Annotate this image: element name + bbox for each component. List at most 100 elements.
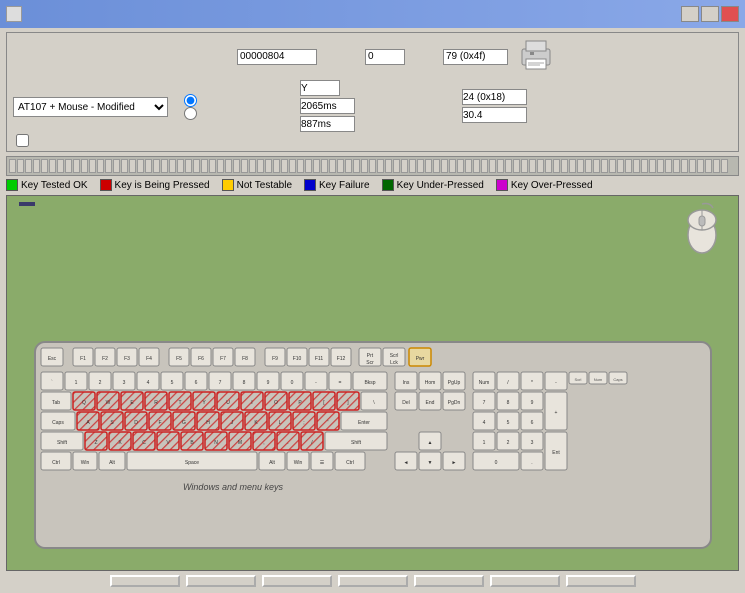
key-f7[interactable]: F7: [213, 348, 233, 366]
key-6[interactable]: 6: [185, 372, 207, 390]
keyboard-type-select[interactable]: AT107 + Mouse - Modified AT101 AT84: [13, 97, 168, 117]
key-rshift[interactable]: Shift: [325, 432, 387, 450]
exit-button[interactable]: [566, 575, 636, 587]
last-key-down-input[interactable]: [365, 49, 405, 65]
key-equals[interactable]: =: [329, 372, 351, 390]
key-f[interactable]: F: [149, 412, 171, 430]
key-scrolllock[interactable]: ScrlLck: [383, 348, 405, 366]
key-num-enter[interactable]: Ent: [545, 432, 567, 470]
maximize-button[interactable]: [701, 6, 719, 22]
key-b[interactable]: B: [181, 432, 203, 450]
key-delete[interactable]: Del: [395, 392, 417, 410]
key-f10[interactable]: F10: [287, 348, 307, 366]
key-tab[interactable]: Tab: [41, 392, 71, 410]
key-lbracket[interactable]: [: [313, 392, 335, 410]
key-lalt[interactable]: Alt: [99, 452, 125, 470]
key-right[interactable]: ►: [443, 452, 465, 470]
key-c[interactable]: C: [133, 432, 155, 450]
key-num-dot[interactable]: .: [521, 452, 543, 470]
key-t[interactable]: T: [169, 392, 191, 410]
key-enter[interactable]: Enter: [341, 412, 387, 430]
key-lshift[interactable]: Shift: [41, 432, 83, 450]
key-esc[interactable]: Esc: [41, 348, 63, 366]
key-num-slash[interactable]: /: [497, 372, 519, 390]
key-n[interactable]: N: [205, 432, 227, 450]
key-4[interactable]: 4: [137, 372, 159, 390]
key-0[interactable]: 0: [281, 372, 303, 390]
key-1[interactable]: 1: [65, 372, 87, 390]
key-rwin[interactable]: Win: [287, 452, 309, 470]
mouse-drift-button[interactable]: [110, 575, 180, 587]
key-up[interactable]: ▲: [419, 432, 441, 450]
key-num3[interactable]: 3: [521, 432, 543, 450]
key-f12[interactable]: F12: [331, 348, 351, 366]
key-9[interactable]: 9: [257, 372, 279, 390]
key-rctrl[interactable]: Ctrl: [335, 452, 365, 470]
key-pgdn[interactable]: PgDn: [443, 392, 465, 410]
key-period[interactable]: .: [277, 432, 299, 450]
key-z[interactable]: Z: [85, 432, 107, 450]
key-p[interactable]: P: [289, 392, 311, 410]
key-lctrl[interactable]: Ctrl: [41, 452, 71, 470]
test-leds-button[interactable]: [262, 575, 332, 587]
key-2[interactable]: 2: [89, 372, 111, 390]
key-h[interactable]: H: [197, 412, 219, 430]
key-minus[interactable]: -: [305, 372, 327, 390]
key-num-plus[interactable]: +: [545, 392, 567, 430]
key-y[interactable]: Y: [193, 392, 215, 410]
key-numlock[interactable]: Num: [473, 372, 495, 390]
key-menu[interactable]: ☰: [311, 452, 333, 470]
key-q[interactable]: Q: [73, 392, 95, 410]
windows-radio[interactable]: [184, 94, 197, 107]
key-u[interactable]: U: [217, 392, 239, 410]
key-end[interactable]: End: [419, 392, 441, 410]
key-lwin[interactable]: Win: [73, 452, 97, 470]
mouse-move-button[interactable]: [186, 575, 256, 587]
key-v[interactable]: V: [157, 432, 179, 450]
about-button[interactable]: [414, 575, 484, 587]
key-g[interactable]: G: [173, 412, 195, 430]
key-f11[interactable]: F11: [309, 348, 329, 366]
key-capslock[interactable]: Caps: [41, 412, 75, 430]
key-down[interactable]: ▼: [419, 452, 441, 470]
key-num8[interactable]: 8: [497, 392, 519, 410]
key-num4[interactable]: 4: [473, 412, 495, 430]
key-f5[interactable]: F5: [169, 348, 189, 366]
key-d[interactable]: D: [125, 412, 147, 430]
key-num6[interactable]: 6: [521, 412, 543, 430]
key-f3[interactable]: F3: [117, 348, 137, 366]
key-num1[interactable]: 1: [473, 432, 495, 450]
key-e[interactable]: E: [121, 392, 143, 410]
key-num2[interactable]: 2: [497, 432, 519, 450]
bios-radio[interactable]: [184, 107, 197, 120]
key-backslash[interactable]: \: [361, 392, 387, 410]
key-k[interactable]: K: [245, 412, 267, 430]
key-semicolon[interactable]: ;: [293, 412, 315, 430]
characters-sec-input[interactable]: [462, 107, 527, 123]
key-backtick[interactable]: `: [41, 372, 63, 390]
key-j[interactable]: J: [221, 412, 243, 430]
filter-system-keys-checkbox[interactable]: [16, 134, 29, 147]
key-space[interactable]: Space: [127, 452, 257, 470]
key-f9[interactable]: F9: [265, 348, 285, 366]
key-num0[interactable]: 0: [473, 452, 519, 470]
key-a[interactable]: A: [77, 412, 99, 430]
key-slash[interactable]: /: [301, 432, 323, 450]
printer-icon[interactable]: [518, 37, 554, 76]
key-pgup[interactable]: PgUp: [443, 372, 465, 390]
key-num-minus[interactable]: -: [545, 372, 567, 390]
close-button[interactable]: [721, 6, 739, 22]
key-f1[interactable]: F1: [73, 348, 93, 366]
key-x[interactable]: X: [109, 432, 131, 450]
lag-time-input[interactable]: [300, 116, 355, 132]
key-f2[interactable]: F2: [95, 348, 115, 366]
key-power[interactable]: Pwr: [409, 348, 431, 366]
key-m[interactable]: M: [229, 432, 251, 450]
key-num5[interactable]: 5: [497, 412, 519, 430]
minimize-button[interactable]: [681, 6, 699, 22]
clear-button[interactable]: [338, 575, 408, 587]
key-quote[interactable]: ': [317, 412, 339, 430]
bios-key-code-input[interactable]: [462, 89, 527, 105]
key-num9[interactable]: 9: [521, 392, 543, 410]
key-rbracket[interactable]: ]: [337, 392, 359, 410]
